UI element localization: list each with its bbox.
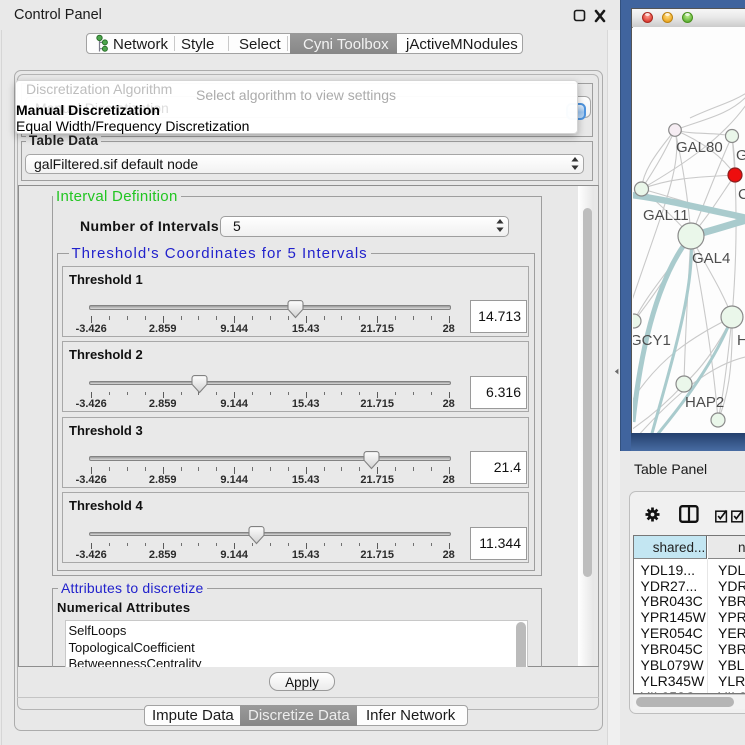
svg-text:HAP2: HAP2 [685, 394, 724, 411]
svg-text:GCY1: GCY1 [633, 332, 671, 349]
svg-text:GAL80: GAL80 [676, 139, 723, 156]
svg-text:GAL4: GAL4 [692, 250, 730, 267]
svg-text:C: C [738, 186, 745, 203]
svg-text:H: H [737, 332, 745, 349]
svg-text:GAL11: GAL11 [643, 207, 689, 224]
svg-text:G: G [736, 147, 745, 164]
